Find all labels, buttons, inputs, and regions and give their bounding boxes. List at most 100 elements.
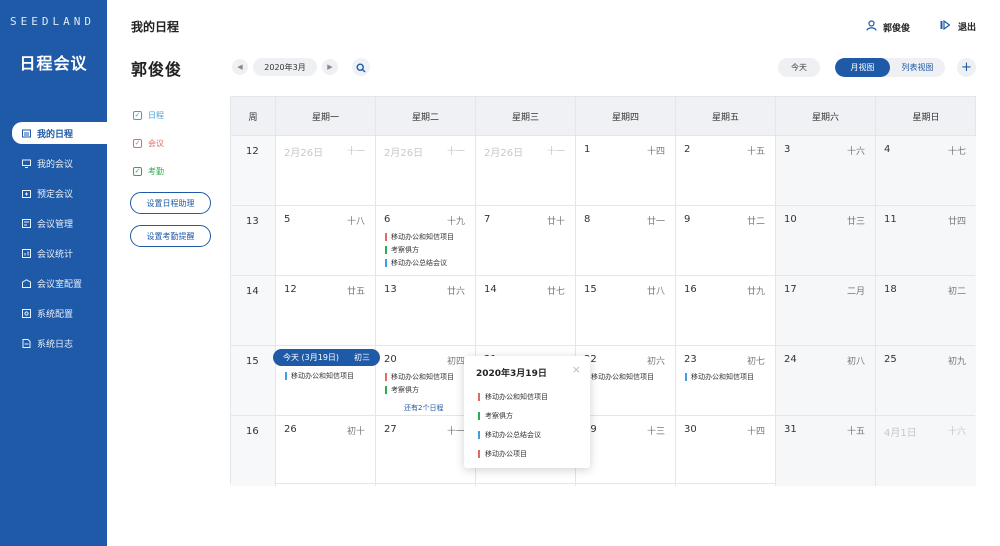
lunar-date: 十四	[646, 147, 665, 157]
sidebar-item[interactable]: 会议统计	[0, 238, 107, 268]
weekday-header: 星期一	[276, 97, 376, 135]
event-title: 移动办公和知信项目	[291, 372, 354, 380]
weekday-header: 星期二	[376, 97, 476, 135]
app-title: 日程会议	[19, 54, 88, 73]
lunar-date: 十八	[346, 217, 365, 227]
current-month[interactable]: 2020年3月	[253, 58, 317, 76]
set-attendance-reminder-button[interactable]: 设置考勤提醒	[130, 225, 211, 247]
day-number: 4	[884, 144, 891, 155]
day-cell[interactable]: 10 廿三	[776, 206, 876, 276]
user-menu[interactable]: 郭俊俊	[866, 20, 910, 34]
day-number: 3	[784, 144, 791, 155]
event-item[interactable]: 移动办公总结会议	[385, 258, 447, 268]
day-cell[interactable]: 29 十三	[576, 416, 676, 486]
popup-event-item[interactable]: 移动办公项目	[478, 449, 527, 459]
day-cell[interactable]: 24 初八	[776, 346, 876, 416]
sidebar-item[interactable]: 我的会议	[0, 148, 107, 178]
sidebar-item[interactable]: 我的日程	[12, 122, 107, 144]
day-cell[interactable]: 27 十一	[376, 416, 476, 486]
day-cell[interactable]: 5 十八	[276, 206, 376, 276]
day-cell[interactable]: 14 廿七	[476, 276, 576, 346]
event-item[interactable]: 移动办公和知信项目	[385, 372, 454, 382]
day-cell[interactable]: 4 十七	[876, 136, 976, 206]
popup-event-item[interactable]: 移动办公和知信项目	[478, 392, 548, 402]
day-cell[interactable]: 30 十四	[676, 416, 776, 486]
day-cell[interactable]: 2月26日 十一	[376, 136, 476, 206]
logout-button[interactable]: 退出	[940, 19, 976, 33]
popup-event-item[interactable]: 移动办公总结会议	[478, 430, 541, 440]
check-icon: ✓	[133, 138, 142, 148]
event-item[interactable]: 移动办公和知信项目	[585, 372, 654, 382]
day-cell[interactable]: 6 十九 移动办公和知信项目 考察俱方 移动办公总结会议	[376, 206, 476, 276]
sidebar-item-label: 我的日程	[37, 129, 74, 140]
day-cell[interactable]: 15 廿八	[576, 276, 676, 346]
person-name: 郭俊俊	[131, 60, 183, 79]
day-cell[interactable]: 17 二月	[776, 276, 876, 346]
close-icon[interactable]: ×	[572, 363, 581, 376]
day-cell[interactable]: 4月1日 十六	[876, 416, 976, 486]
filter-checkbox[interactable]: ✓ 会议	[133, 129, 164, 157]
day-cell[interactable]: 16 廿九	[676, 276, 776, 346]
search-icon	[356, 58, 366, 77]
day-cell[interactable]: 22 初六 移动办公和知信项目	[576, 346, 676, 416]
event-item[interactable]: 移动办公和知信项目	[385, 232, 454, 242]
event-title: 移动办公和知信项目	[391, 373, 454, 381]
day-cell[interactable]: 2月26日 十一	[476, 136, 576, 206]
day-cell[interactable]: 8 廿一	[576, 206, 676, 276]
day-cell[interactable]: 25 初九	[876, 346, 976, 416]
lunar-date: 十一	[446, 427, 465, 437]
filter-checkbox[interactable]: ✓ 考勤	[133, 157, 164, 185]
day-cell[interactable]: 9 廿二	[676, 206, 776, 276]
list-view-tab[interactable]: 列表视图	[890, 58, 945, 77]
event-item[interactable]: 考察俱方	[385, 385, 419, 395]
day-cell[interactable]: 13 廿六	[376, 276, 476, 346]
day-cell[interactable]: 31 十五	[776, 416, 876, 486]
sidebar-nav: 我的日程我的会议 预定会议 会议管理 会议统计 会议室配置 系统配置 系统日志	[0, 118, 107, 358]
day-cell[interactable]: 7 廿十	[476, 206, 576, 276]
month-view-tab[interactable]: 月视图	[835, 58, 890, 77]
lunar-date: 廿九	[746, 287, 765, 297]
weekday-header: 星期四	[576, 97, 676, 135]
day-cell[interactable]: 1 十四	[576, 136, 676, 206]
more-events-link[interactable]: 还有2个日程	[404, 403, 443, 413]
next-month-button[interactable]: ▶	[322, 59, 338, 75]
day-number: 6	[384, 214, 391, 225]
day-cell[interactable]: 今天 (3月19日) 初三移动办公和知信项目	[273, 346, 380, 416]
event-item[interactable]: 移动办公和知信项目	[685, 372, 754, 382]
event-item[interactable]: 考察俱方	[385, 245, 419, 255]
today-button[interactable]: 今天	[778, 58, 820, 77]
user-name: 郭俊俊	[883, 23, 911, 34]
popup-event-title: 考察俱方	[485, 412, 513, 420]
event-color-bar	[685, 373, 687, 381]
prev-month-button[interactable]: ◀	[232, 59, 248, 75]
week-number: 16	[231, 416, 276, 486]
set-assistant-button[interactable]: 设置日程助理	[130, 192, 211, 214]
day-cell[interactable]: 3 十六	[776, 136, 876, 206]
add-schedule-button[interactable]: +	[957, 58, 976, 77]
sidebar-item[interactable]: 会议管理	[0, 208, 107, 238]
popup-event-title: 移动办公和知信项目	[485, 393, 548, 401]
filter-checkbox[interactable]: ✓ 日程	[133, 101, 164, 129]
day-cell[interactable]: 26 初十	[276, 416, 376, 486]
day-cell[interactable]: 18 初二	[876, 276, 976, 346]
event-color-bar	[478, 412, 480, 420]
day-number: 25	[884, 354, 897, 365]
sidebar-item[interactable]: 系统日志	[0, 328, 107, 358]
popup-event-item[interactable]: 考察俱方	[478, 411, 513, 421]
lunar-date: 初二	[947, 287, 966, 297]
day-cell[interactable]: 2月26日 十一	[276, 136, 376, 206]
search-button[interactable]	[352, 58, 370, 76]
day-cell[interactable]: 12 廿五	[276, 276, 376, 346]
day-cell[interactable]: 23 初七 移动办公和知信项目	[676, 346, 776, 416]
sidebar-item[interactable]: 预定会议	[0, 178, 107, 208]
sidebar-item[interactable]: 会议室配置	[0, 268, 107, 298]
day-cell[interactable]: 20 初四 移动办公和知信项目 考察俱方 还有2个日程	[376, 346, 476, 416]
day-cell[interactable]: 2 十五	[676, 136, 776, 206]
day-number: 16	[684, 284, 697, 295]
event-color-bar	[385, 259, 387, 267]
today-marker[interactable]: 今天 (3月19日) 初三	[273, 349, 380, 366]
day-cell[interactable]: 11 廿四	[876, 206, 976, 276]
event-color-bar	[478, 450, 480, 458]
sidebar-item[interactable]: 系统配置	[0, 298, 107, 328]
event-item[interactable]: 移动办公和知信项目	[285, 371, 354, 381]
